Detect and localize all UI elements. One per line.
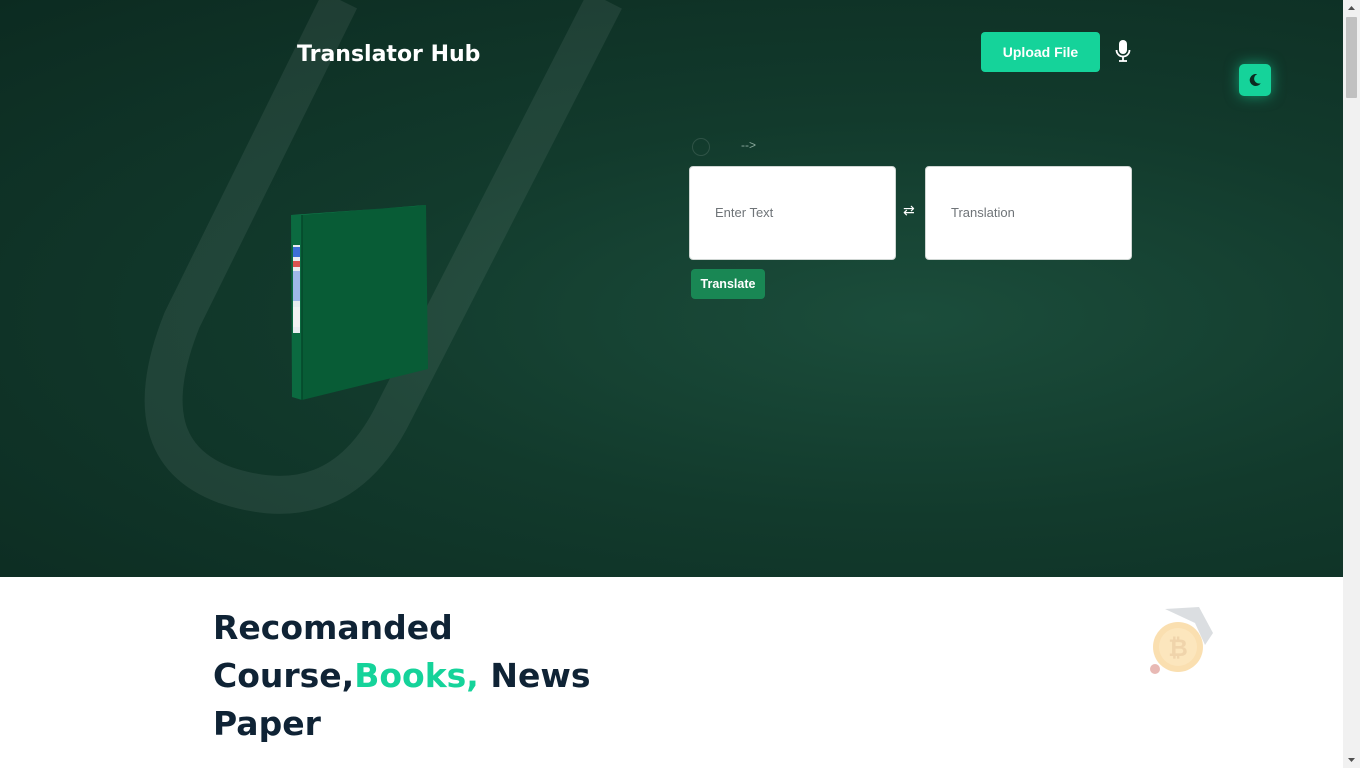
swap-icon[interactable]: ⇄ xyxy=(903,203,915,219)
comment-arrow-text: --> xyxy=(741,138,756,152)
heading-line-1: Recomanded xyxy=(213,608,453,647)
bitcoin-coin-image: ₿ xyxy=(1150,607,1213,674)
translate-button[interactable]: Translate xyxy=(691,269,765,299)
scroll-thumb[interactable] xyxy=(1346,17,1357,98)
scroll-up-arrow-icon[interactable] xyxy=(1343,0,1360,17)
brand-title[interactable]: Translator Hub xyxy=(297,42,480,67)
theme-toggle-button[interactable] xyxy=(1239,64,1271,96)
scroll-down-arrow-icon[interactable] xyxy=(1343,751,1360,768)
heading-course: Course, xyxy=(213,656,355,695)
microphone-icon[interactable] xyxy=(1114,39,1132,63)
heading-line-3: Paper xyxy=(213,704,321,743)
page-scrollbar[interactable] xyxy=(1343,0,1360,768)
language-icon xyxy=(692,138,710,156)
hero-section: Translator Hub Upload File --> ⇄ Transla… xyxy=(0,0,1343,577)
decorative-arc xyxy=(144,0,622,514)
svg-text:₿: ₿ xyxy=(1168,634,1188,662)
upload-file-button[interactable]: Upload File xyxy=(981,32,1100,72)
heading-news: News xyxy=(478,656,591,695)
green-binder-image xyxy=(291,205,428,400)
translation-output[interactable] xyxy=(925,166,1132,260)
moon-icon xyxy=(1249,74,1261,87)
recommended-heading: Recomanded Course,Books, News Paper xyxy=(213,604,590,748)
source-text-input[interactable] xyxy=(689,166,896,260)
heading-books-accent: Books, xyxy=(354,656,479,695)
